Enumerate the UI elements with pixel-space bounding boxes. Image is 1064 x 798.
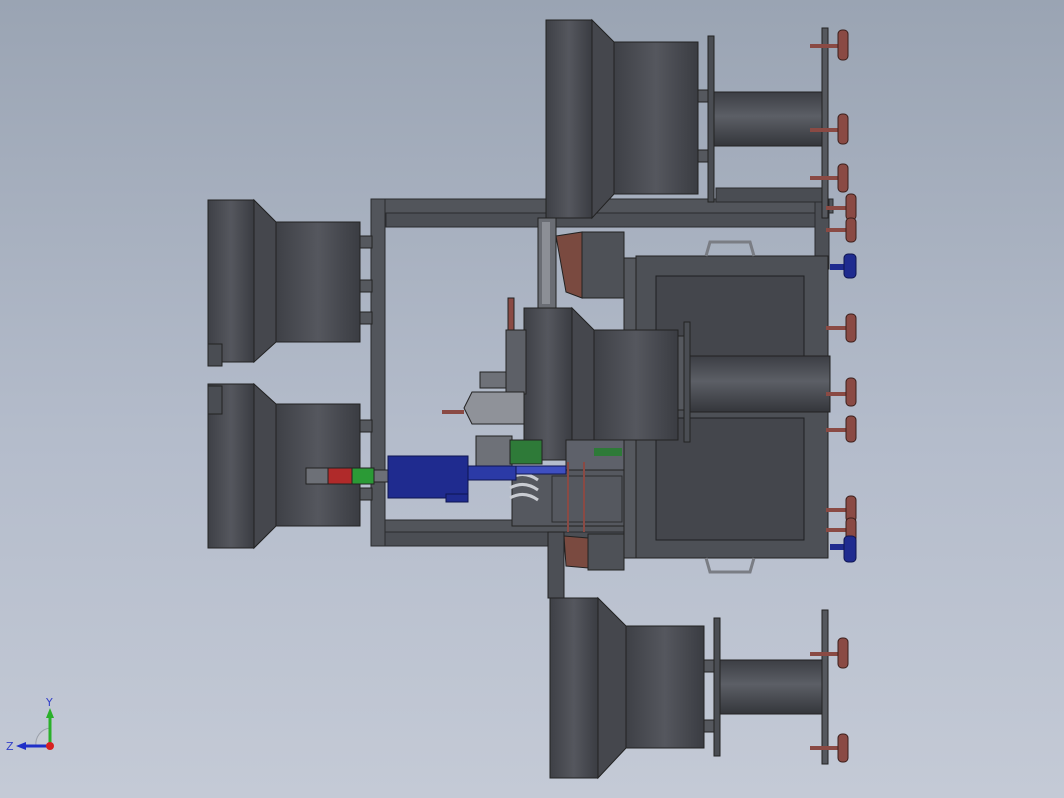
- cad-viewport[interactable]: Y Z: [0, 0, 1064, 798]
- bowl-feeder-left-top: [207, 198, 373, 367]
- z-axis-label: Z: [6, 740, 14, 753]
- bowl-feeder-bottom: [549, 596, 829, 780]
- valve-14: [810, 733, 849, 763]
- valve-9: [826, 415, 857, 443]
- valve-5: [826, 217, 857, 243]
- valve-4: [826, 193, 857, 221]
- z-axis-arrow-icon: [16, 742, 26, 750]
- valve-12: [830, 535, 857, 563]
- bowl-feeder-left-bottom: [207, 382, 373, 550]
- orientation-triad: Y Z: [6, 696, 54, 753]
- valve-1: [810, 29, 849, 61]
- valve-6: [830, 253, 857, 279]
- assembly-model[interactable]: [0, 0, 1064, 798]
- y-axis-label: Y: [45, 696, 53, 709]
- valve-7: [826, 313, 857, 343]
- origin-dot: [46, 742, 54, 750]
- y-axis-arrow-icon: [46, 708, 54, 718]
